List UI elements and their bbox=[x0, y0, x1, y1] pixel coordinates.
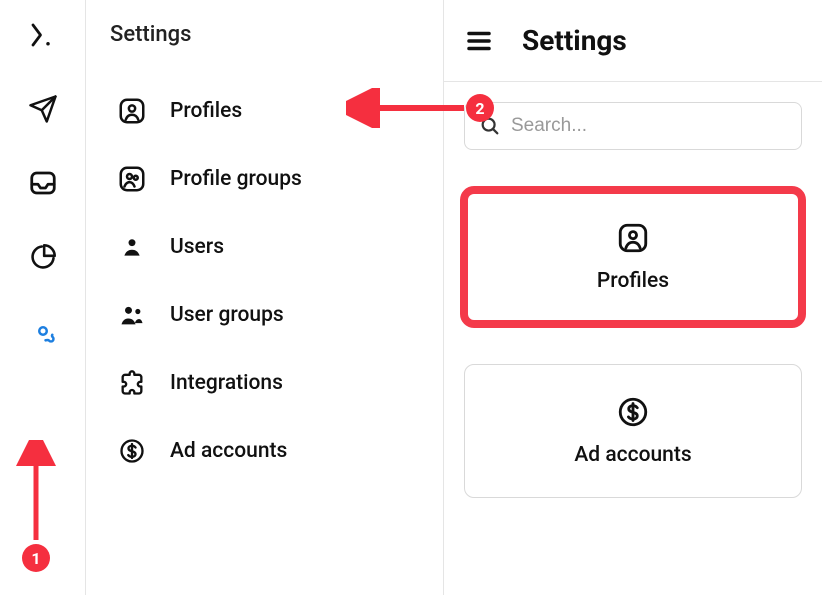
annotation-arrow-2 bbox=[346, 88, 476, 128]
pie-chart-icon[interactable] bbox=[26, 240, 60, 274]
nav-item-profile-groups[interactable]: Profile groups bbox=[110, 145, 423, 213]
search-input[interactable] bbox=[511, 115, 787, 137]
content-panel: Settings Profiles bbox=[444, 0, 822, 595]
dollar-circle-icon bbox=[616, 395, 650, 429]
card-ad-accounts[interactable]: Ad accounts bbox=[464, 364, 802, 498]
dollar-circle-icon bbox=[116, 435, 148, 467]
user-groups-icon bbox=[116, 299, 148, 331]
settings-gear-icon[interactable] bbox=[26, 314, 60, 348]
search-box[interactable] bbox=[464, 102, 802, 150]
settings-nav: Settings Profiles Profile groups bbox=[86, 0, 444, 595]
annotation-badge-1: 1 bbox=[22, 544, 50, 572]
nav-item-ad-accounts[interactable]: Ad accounts bbox=[110, 417, 423, 485]
panel-body: Profiles Ad accounts bbox=[444, 82, 822, 518]
inbox-icon[interactable] bbox=[26, 166, 60, 200]
nav-item-label: Profile groups bbox=[170, 167, 302, 191]
nav-item-label: Integrations bbox=[170, 371, 283, 395]
annotation-arrow-1 bbox=[14, 440, 58, 550]
settings-nav-title: Settings bbox=[110, 22, 423, 47]
send-icon[interactable] bbox=[26, 92, 60, 126]
hamburger-icon[interactable] bbox=[464, 26, 494, 56]
user-icon bbox=[116, 231, 148, 263]
panel-header: Settings bbox=[444, 0, 822, 82]
card-profiles[interactable]: Profiles bbox=[464, 190, 802, 324]
nav-item-label: Users bbox=[170, 235, 224, 259]
nav-item-integrations[interactable]: Integrations bbox=[110, 349, 423, 417]
profile-icon bbox=[116, 95, 148, 127]
nav-item-label: User groups bbox=[170, 303, 284, 327]
card-label: Ad accounts bbox=[574, 443, 691, 467]
panel-title: Settings bbox=[522, 24, 627, 57]
profile-groups-icon bbox=[116, 163, 148, 195]
icon-rail: 1 bbox=[0, 0, 86, 595]
nav-item-users[interactable]: Users bbox=[110, 213, 423, 281]
card-label: Profiles bbox=[597, 269, 669, 293]
annotation-badge-2: 2 bbox=[466, 94, 494, 122]
puzzle-icon bbox=[116, 367, 148, 399]
nav-item-label: Profiles bbox=[170, 99, 242, 123]
nav-item-user-groups[interactable]: User groups bbox=[110, 281, 423, 349]
nav-item-label: Ad accounts bbox=[170, 439, 287, 463]
profile-icon bbox=[616, 221, 650, 255]
logo-icon[interactable] bbox=[26, 18, 60, 52]
